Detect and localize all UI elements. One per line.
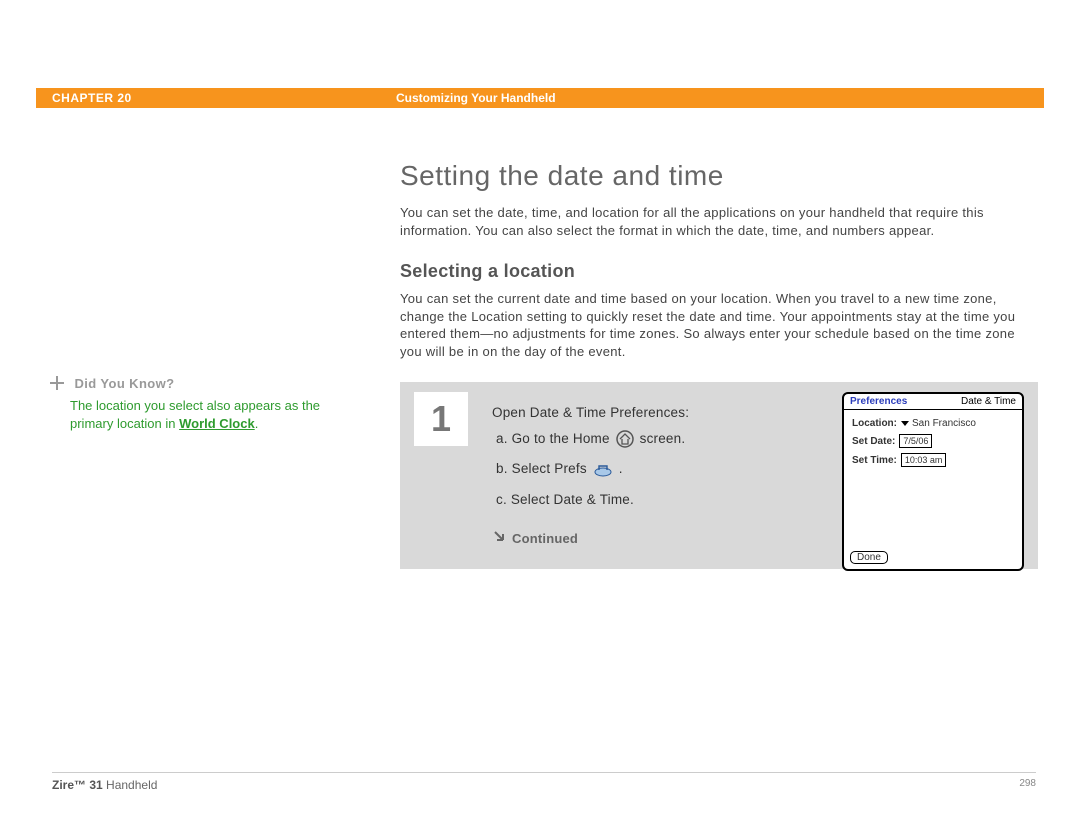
did-you-know-label: Did You Know? <box>74 376 174 391</box>
device-subtitle: Date & Time <box>961 396 1016 407</box>
prefs-icon <box>593 460 613 487</box>
did-you-know: Did You Know? The location you select al… <box>50 375 330 432</box>
step-a-pre: a. Go to the Home <box>496 431 614 446</box>
step-b-post: . <box>619 461 623 476</box>
page-number: 298 <box>1019 778 1036 789</box>
section-intro: You can set the date, time, and location… <box>400 204 1036 239</box>
footer-product-rest: Handheld <box>103 778 158 792</box>
step-a-post: screen. <box>640 431 686 446</box>
did-you-know-text: The location you select also appears as … <box>50 397 330 432</box>
footer-product: Zire™ 31 Handheld <box>52 778 157 792</box>
dyk-suffix: . <box>255 416 259 431</box>
device-title: Preferences <box>850 396 907 407</box>
chapter-label: CHAPTER 20 <box>52 91 132 105</box>
footer-rule <box>52 772 1036 773</box>
home-icon <box>616 430 634 457</box>
set-time-value[interactable]: 10:03 am <box>901 453 947 467</box>
set-date-value[interactable]: 7/5/06 <box>899 434 932 448</box>
device-screenshot: Preferences Date & Time Location: San Fr… <box>842 392 1024 571</box>
step-number: 1 <box>414 392 468 446</box>
device-location-row: Location: San Francisco <box>852 418 1014 429</box>
section-title: Setting the date and time <box>400 160 1036 192</box>
chapter-header: CHAPTER 20 Customizing Your Handheld <box>36 88 1044 108</box>
device-header: Preferences Date & Time <box>844 394 1022 410</box>
set-date-label: Set Date: <box>852 436 895 447</box>
set-time-label: Set Time: <box>852 455 897 466</box>
chevron-down-icon[interactable] <box>901 421 909 426</box>
location-value[interactable]: San Francisco <box>912 418 976 429</box>
subsection-title: Selecting a location <box>400 261 1036 282</box>
chapter-title: Customizing Your Handheld <box>396 91 556 105</box>
plus-icon <box>50 376 64 390</box>
step-b-pre: b. Select Prefs <box>496 461 591 476</box>
world-clock-link[interactable]: World Clock <box>179 416 255 431</box>
step-box: 1 Open Date & Time Preferences: a. Go to… <box>400 382 1038 569</box>
device-date-row: Set Date: 7/5/06 <box>852 434 1014 448</box>
continued-arrow-icon <box>492 527 506 552</box>
continued-label: Continued <box>512 527 578 552</box>
subsection-body: You can set the current date and time ba… <box>400 290 1036 360</box>
device-body: Location: San Francisco Set Date: 7/5/06… <box>844 410 1022 480</box>
device-time-row: Set Time: 10:03 am <box>852 453 1014 467</box>
footer-product-bold: Zire™ 31 <box>52 778 103 792</box>
location-label: Location: <box>852 418 897 429</box>
done-button[interactable]: Done <box>850 551 888 564</box>
main-content: Setting the date and time You can set th… <box>400 160 1036 382</box>
